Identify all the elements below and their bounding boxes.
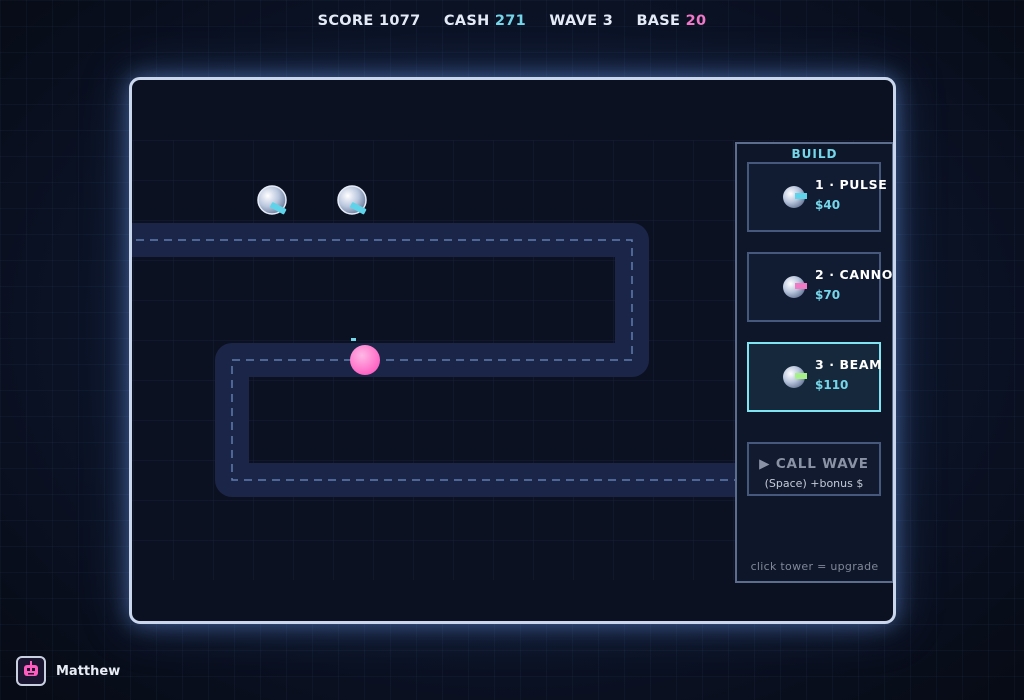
tower-cost: $70 — [815, 288, 841, 302]
hud-cash: CASH 271 — [443, 13, 527, 29]
hud-base: BASE 20 — [636, 13, 707, 29]
base-value: 20 — [685, 13, 707, 29]
hud-bar: SCORE 1077 CASH 271 WAVE 3 BASE 20 — [0, 13, 1024, 29]
tower-name: 3 · BEAM — [815, 357, 883, 372]
hud-wave: WAVE 3 — [549, 13, 614, 29]
cash-value: 271 — [494, 13, 527, 29]
build-panel: BUILD 1 · PULSE $40 2 · CANNON $70 3 · B… — [735, 142, 893, 583]
pulse-tower-icon — [783, 186, 807, 208]
cannon-tower-icon — [783, 276, 807, 298]
pulse-tower-icon[interactable] — [257, 185, 287, 215]
build-panel-title: BUILD — [791, 147, 838, 161]
game-frame: BUILD 1 · PULSE $40 2 · CANNON $70 3 · B… — [129, 77, 896, 624]
call-wave-button[interactable]: ▶ CALL WAVE (Space) +bonus $ — [747, 442, 881, 496]
tower-cost: $40 — [815, 198, 841, 212]
upgrade-hint: click tower = upgrade — [750, 560, 879, 573]
call-wave-hint: (Space) +bonus $ — [764, 477, 864, 490]
pulse-tower-icon[interactable] — [337, 185, 367, 215]
beam-tower-icon — [783, 366, 807, 388]
tower-name: 2 · CANNON — [815, 267, 896, 282]
wave-value: 3 — [602, 13, 614, 29]
user-name: Matthew — [56, 664, 121, 679]
enemy-health-bar — [351, 338, 356, 341]
score-value: 1077 — [378, 13, 421, 29]
tower-cost: $110 — [815, 378, 849, 392]
hud-score: SCORE 1077 — [317, 13, 421, 29]
call-wave-label: ▶ CALL WAVE — [759, 456, 869, 472]
build-card-cannon[interactable]: 2 · CANNON $70 — [747, 252, 893, 322]
build-card-beam[interactable]: 3 · BEAM $110 — [747, 342, 883, 412]
robot-avatar-icon[interactable] — [16, 656, 46, 686]
build-card-pulse[interactable]: 1 · PULSE $40 — [747, 162, 887, 232]
tower-name: 1 · PULSE — [815, 177, 888, 192]
avatar — [24, 661, 38, 676]
